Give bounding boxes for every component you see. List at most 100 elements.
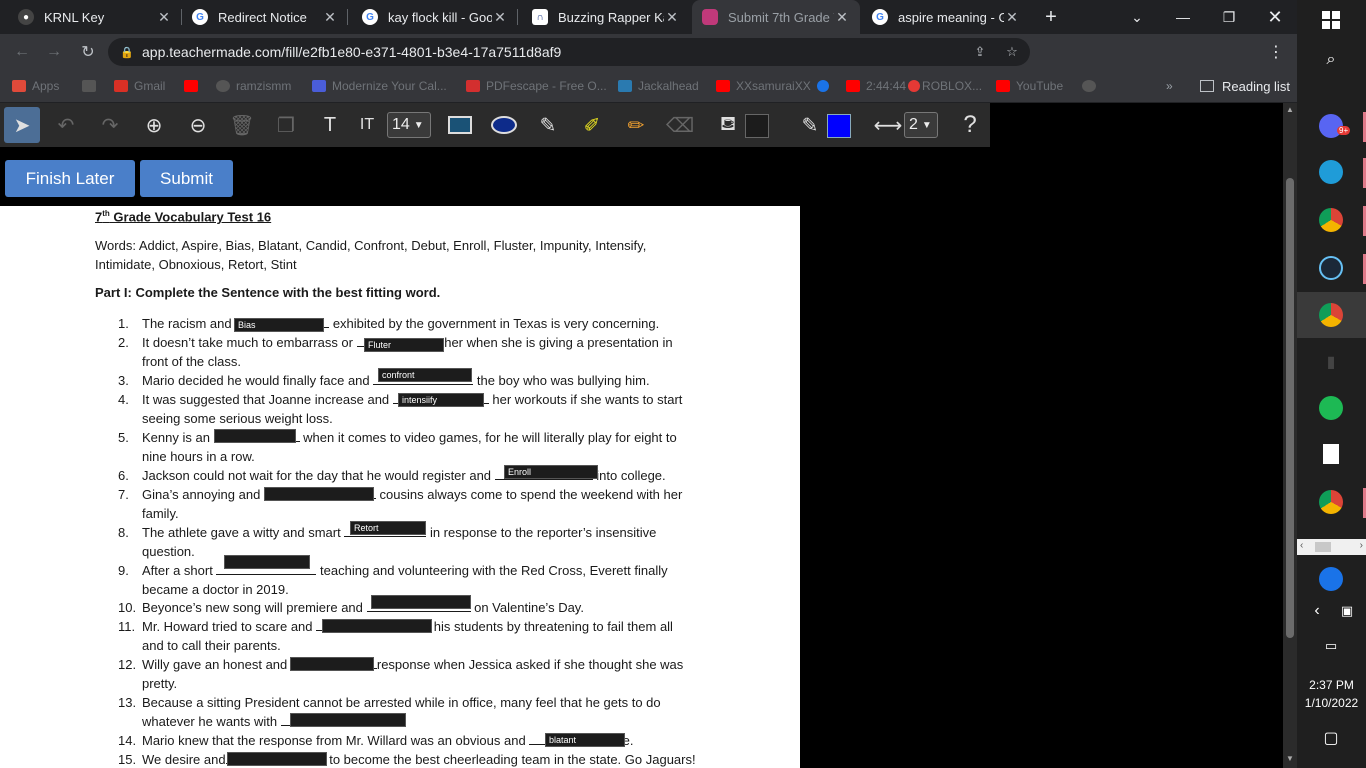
ellipse-icon[interactable] [486,107,522,143]
answer-field-7[interactable] [264,487,374,501]
help-icon[interactable]: ? [952,107,988,143]
tab-aspire-meaning[interactable]: G aspire meaning - Go ✕ [862,0,1030,34]
steam-icon[interactable] [1317,254,1345,282]
chevron-left-icon[interactable]: ‹ [1303,597,1331,625]
highlighter-icon[interactable]: ✐ [574,107,610,143]
line-draw-icon[interactable]: ✎ [530,107,566,143]
answer-field-2[interactable]: Fluter [364,338,444,352]
minimize-button[interactable]: — [1160,0,1206,34]
chrome-icon[interactable] [1317,301,1345,329]
system-clock[interactable]: 2:37 PM 1/10/2022 [1297,676,1366,712]
close-icon[interactable]: ✕ [664,9,680,26]
reload-icon[interactable]: ↻ [76,40,100,64]
bookmark-star-icon[interactable]: ☆ [1004,44,1020,60]
close-window-button[interactable]: ✕ [1252,0,1298,34]
pen-color-swatch[interactable] [827,114,851,138]
answer-field-5[interactable] [214,429,296,443]
bookmark-ramzismm[interactable]: ramzismm [216,76,291,96]
search-icon[interactable]: ⌕ [1317,46,1345,74]
new-tab-button[interactable]: + [1036,0,1066,34]
edge-icon[interactable] [1317,158,1345,186]
zoom-in-icon[interactable]: ⊕ [136,107,172,143]
close-icon[interactable]: ✕ [492,9,508,26]
submit-button[interactable]: Submit [140,160,233,197]
bookmark-modernize[interactable]: Modernize Your Cal... [312,76,447,96]
spotify-icon[interactable] [1317,394,1345,422]
scrollbar-thumb[interactable] [1286,178,1294,638]
answer-field-8[interactable]: Retort [350,521,426,535]
share-icon[interactable]: ⇪ [972,44,988,60]
chevron-right-icon[interactable]: › [1360,540,1363,551]
address-bar[interactable]: 🔒 app.teachermade.com/fill/e2fb1e80-e371… [108,38,1030,66]
fill-bucket-icon[interactable]: ⛾ [710,107,746,143]
finish-later-button[interactable]: Finish Later [5,160,135,197]
bookmark-xxsamuraixx[interactable]: XXsamuraiXX [716,76,829,96]
network-icon[interactable]: ▣ [1333,597,1361,625]
eraser-icon[interactable]: ⌫ [662,107,698,143]
page-scrollbar[interactable]: ▲ ▼ [1283,103,1297,768]
more-bookmarks-icon[interactable]: » [1166,76,1173,96]
fill-color-swatch[interactable] [745,114,769,138]
pen-icon[interactable]: ✏ [618,107,654,143]
bookmark-jackalhead[interactable]: Jackalhead [618,76,699,96]
answer-field-15[interactable] [227,752,327,766]
line-width-icon[interactable]: ⟷ [870,107,906,143]
chevron-left-icon[interactable]: ‹ [1300,540,1303,551]
answer-field-4[interactable]: intensiify [398,393,484,407]
answer-field-11[interactable] [322,619,432,633]
font-size-icon[interactable]: IT [352,107,382,143]
tab-krnl-key[interactable]: ● KRNL Key ✕ [8,0,182,34]
answer-field-12[interactable] [290,657,374,671]
bookmark-folder[interactable] [82,76,102,96]
menu-icon[interactable]: ⋮ [1264,40,1288,64]
chrome-icon[interactable] [1317,206,1345,234]
help-notification-icon[interactable] [1317,565,1345,593]
file-icon[interactable] [1317,440,1345,468]
back-icon[interactable]: ← [10,40,34,64]
notifications-icon[interactable]: ▢ [1317,724,1345,752]
bookmark-apps[interactable]: Apps [12,76,59,96]
tablet-mode-icon[interactable]: ▭ [1317,632,1345,660]
chrome-icon[interactable] [1317,488,1345,516]
zoom-out-icon[interactable]: ⊖ [180,107,216,143]
answer-field-14[interactable]: blatant [545,733,625,747]
close-icon[interactable]: ✕ [322,9,338,26]
taskbar-scroll[interactable]: ‹ › [1297,539,1366,555]
tab-buzzing-rapper[interactable]: ∩ Buzzing Rapper Kay ✕ [522,0,690,34]
tab-kay-flock[interactable]: G kay flock kill - Goog ✕ [352,0,518,34]
select-pointer-icon[interactable]: ➤ [4,107,40,143]
scroll-down-icon[interactable]: ▼ [1283,754,1297,766]
trash-icon[interactable]: 🗑 [224,107,260,143]
text-box-icon[interactable]: T [312,107,348,143]
close-icon[interactable]: ✕ [1004,9,1020,26]
answer-field-1[interactable]: Bias [234,318,324,332]
bookmark-youtube[interactable] [184,76,204,96]
bookmark-globe[interactable] [1082,76,1102,96]
reading-list-button[interactable]: Reading list [1200,76,1290,96]
copy-icon[interactable]: ❐ [268,107,304,143]
bookmark-video-timestamp[interactable]: 2:44:44 ROBLOX... [846,76,982,96]
forward-icon[interactable]: → [42,40,66,64]
pen-color-icon[interactable]: ✎ [792,107,828,143]
answer-field-6[interactable]: Enroll [504,465,598,479]
answer-field-3[interactable]: confront [378,368,472,382]
close-icon[interactable]: ✕ [156,9,172,26]
bookmark-gmail[interactable]: Gmail [114,76,165,96]
tab-search-icon[interactable]: ⌄ [1114,0,1160,34]
close-icon[interactable]: ✕ [834,9,850,26]
windows-start-icon[interactable] [1317,6,1345,34]
answer-field-10[interactable] [371,595,471,609]
font-size-select[interactable]: 14 ▼ [387,112,431,138]
bookmark-pdfescape[interactable]: PDFescape - Free O... [466,76,607,96]
app-icon[interactable]: ▮ [1317,348,1345,376]
bookmark-youtube-home[interactable]: YouTube [996,76,1063,96]
tab-submit-7th-grade[interactable]: Submit 7th Grade V ✕ [692,0,860,34]
rectangle-icon[interactable] [442,107,478,143]
answer-field-13[interactable] [290,713,406,727]
answer-field-9[interactable] [224,555,310,569]
line-width-select[interactable]: 2 ▼ [904,112,938,138]
undo-icon[interactable]: ↶ [48,107,84,143]
tab-redirect-notice[interactable]: G Redirect Notice ✕ [182,0,348,34]
restore-button[interactable]: ❐ [1206,0,1252,34]
scroll-up-icon[interactable]: ▲ [1283,105,1297,117]
